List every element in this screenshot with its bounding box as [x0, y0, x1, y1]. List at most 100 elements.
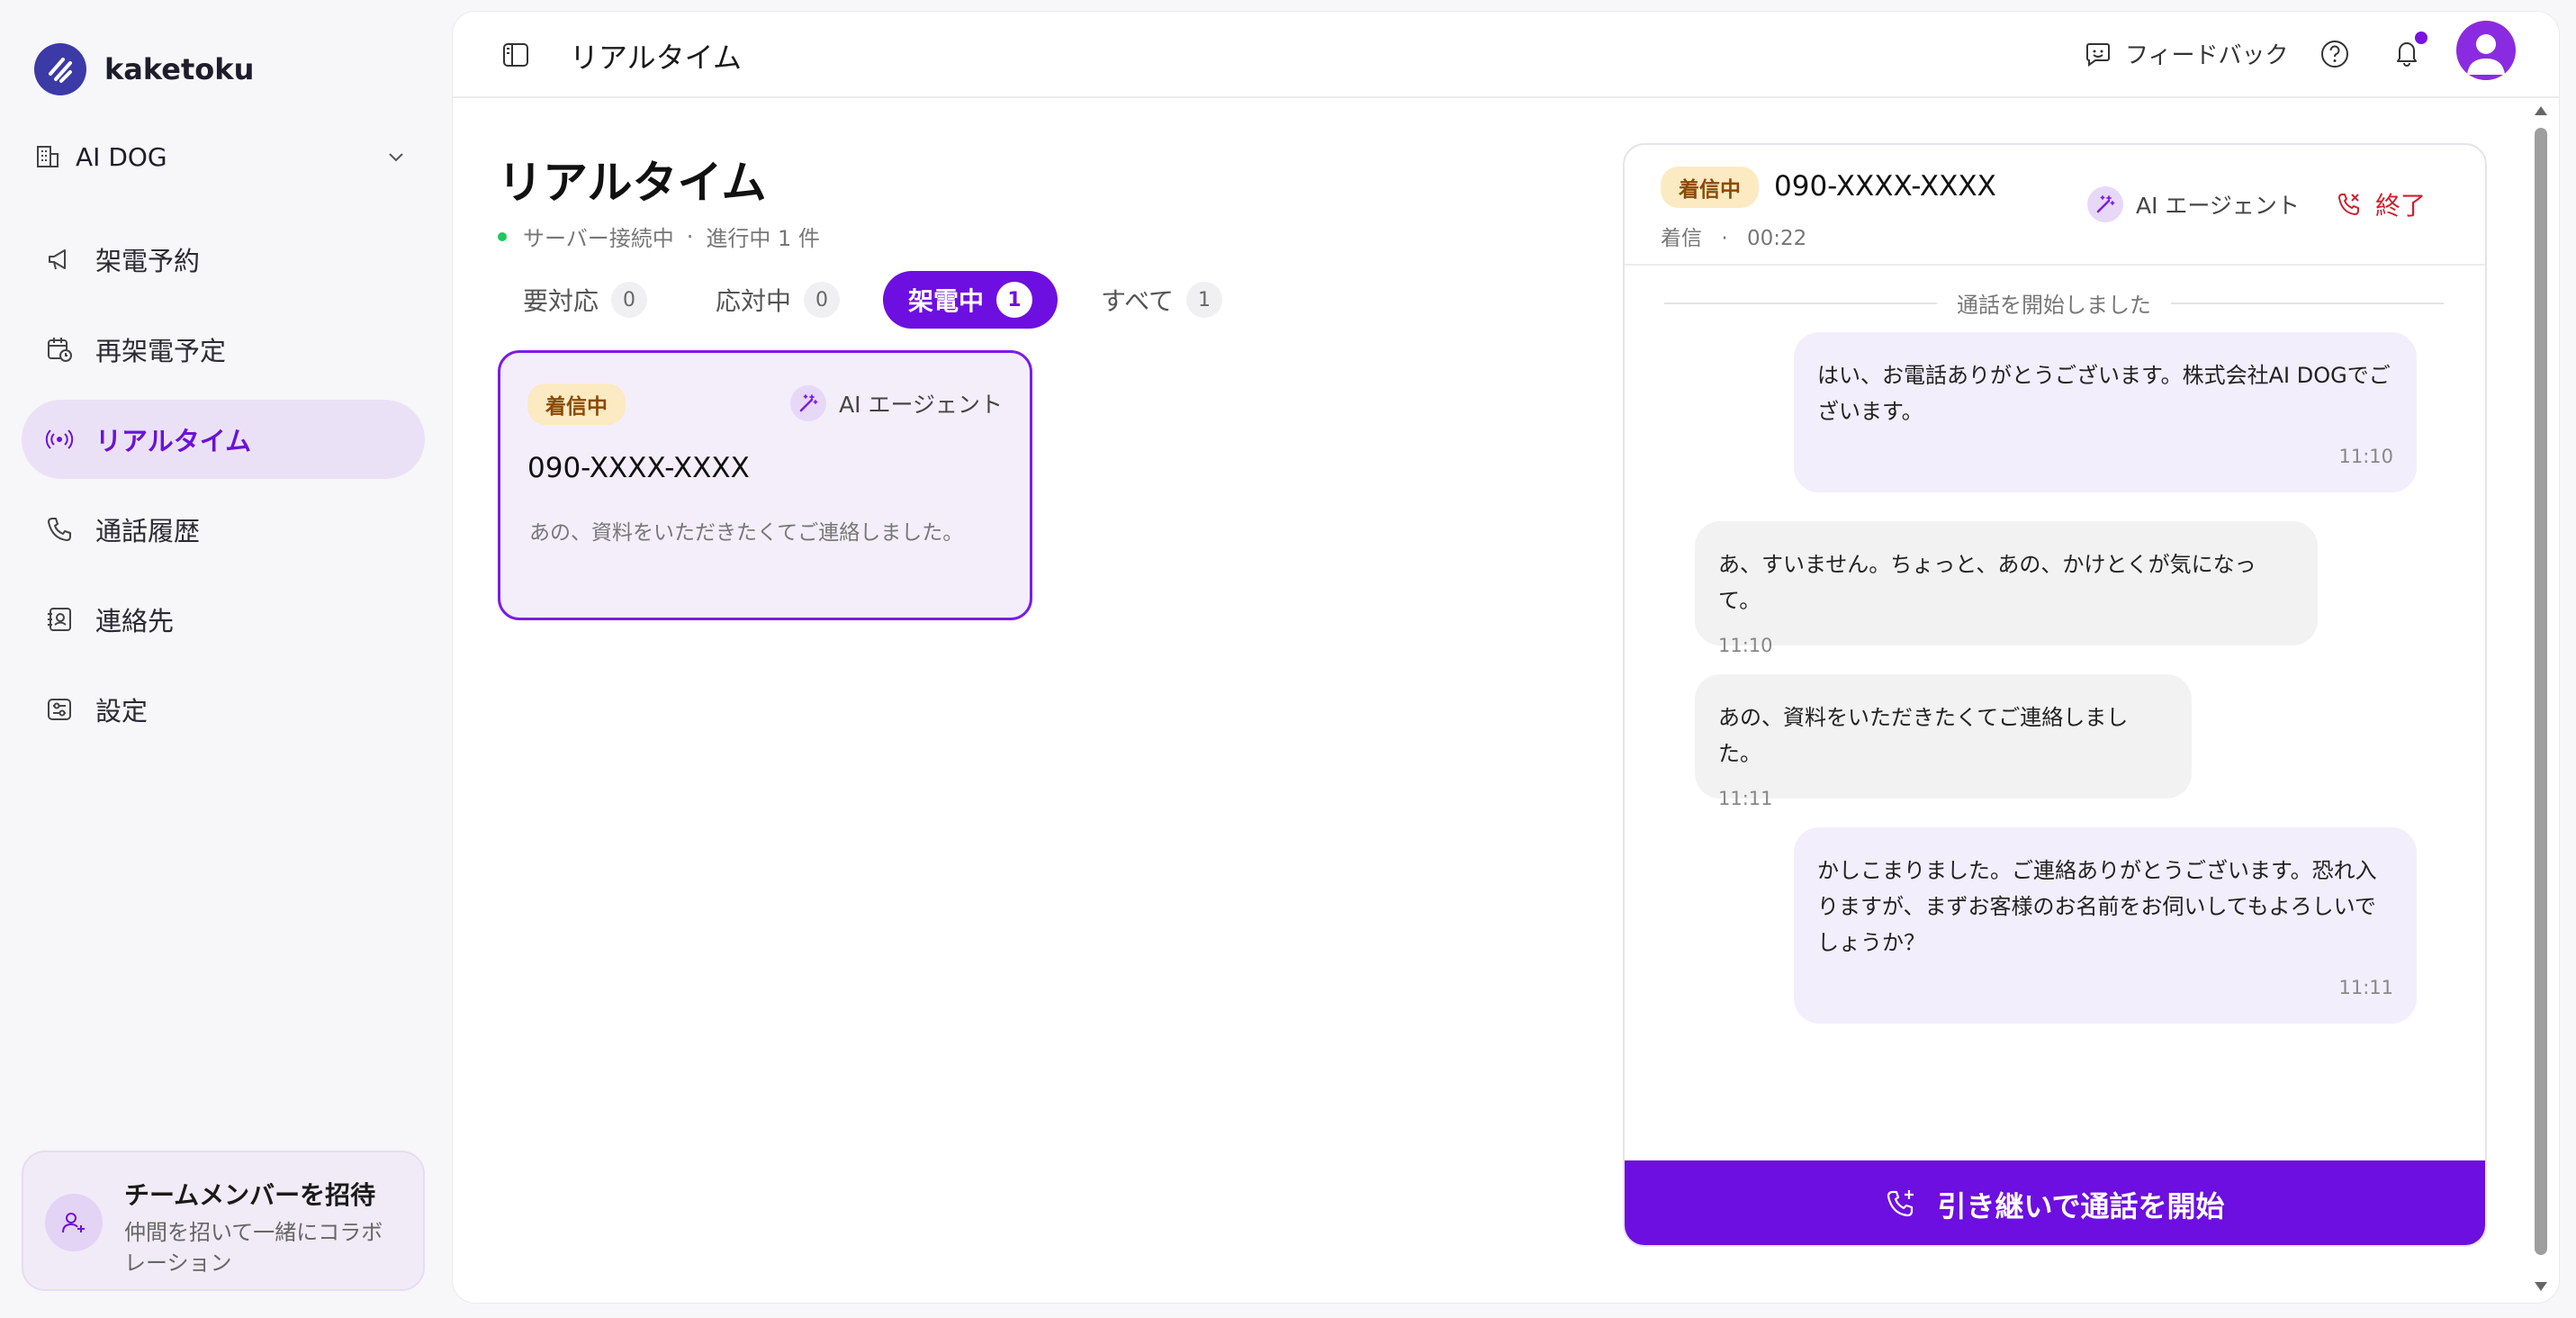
notification-dot	[2415, 32, 2427, 44]
sidebar-item-label: 設定	[95, 696, 149, 727]
tab-responding[interactable]: 応対中 0	[690, 271, 865, 329]
building-icon	[37, 146, 59, 167]
sidebar-item-contacts[interactable]: 連絡先	[22, 580, 425, 659]
server-status: サーバー接続中	[523, 226, 674, 251]
sidebar-item-label: 再架電予定	[95, 336, 227, 366]
tab-all[interactable]: すべて 1	[1076, 271, 1247, 329]
brand-name: kaketoku	[104, 52, 255, 86]
caller-message: あ、すいません。ちょっと、あの、かけとくが気になって。 11:10	[1695, 521, 2318, 656]
caller-phone: 090-XXXX-XXXX	[527, 452, 750, 484]
magic-wand-icon	[2087, 186, 2123, 222]
brand[interactable]: kaketoku	[34, 43, 254, 95]
message-text: かしこまりました。ご連絡ありがとうございます。恐れ入りますが、まずお客様のお名前…	[1817, 858, 2377, 955]
phone-icon	[43, 513, 76, 546]
sidebar-item-recall-schedule[interactable]: 再架電予定	[22, 310, 425, 389]
sidebar-item-settings[interactable]: 設定	[22, 670, 425, 749]
sidebar-toggle-icon[interactable]	[501, 41, 530, 69]
call-direction: 着信	[1661, 227, 1702, 250]
status-badge: 着信中	[1661, 167, 1759, 208]
tab-calling[interactable]: 架電中 1	[883, 271, 1058, 329]
invite-text: チームメンバーを招待 仲間を招いて一緒にコラボレーション	[124, 1174, 394, 1276]
agent-label: AI エージェント	[2087, 186, 2300, 222]
progress-status: 進行中 1 件	[706, 226, 820, 251]
feedback-label: フィードバック	[2125, 42, 2289, 69]
top-bar: リアルタイム フィードバック	[453, 12, 2559, 98]
agent-label: AI エージェント	[790, 385, 1003, 421]
sidebar-item-label: 連絡先	[95, 606, 175, 636]
invite-title: チームメンバーを招待	[124, 1180, 376, 1210]
call-card[interactable]: 着信中 AI エージェント 090-XXXX-XXXX あの、資料をいただきたく…	[498, 350, 1032, 620]
add-user-icon	[45, 1194, 103, 1251]
scrollbar-thumb[interactable]	[2535, 128, 2547, 1255]
chevron-down-icon	[389, 153, 403, 162]
avatar[interactable]	[2456, 21, 2516, 80]
tab-count: 1	[996, 282, 1033, 318]
call-meta: 着信 · 00:22	[1661, 227, 1807, 250]
message-text: あの、資料をいただきたくてご連絡しました。	[1718, 705, 2129, 766]
help-icon[interactable]	[2319, 39, 2350, 69]
sidebar-item-label: リアルタイム	[95, 426, 252, 456]
message-text: はい、お電話ありがとうございます。株式会社AI DOGでございます。	[1817, 363, 2391, 424]
scroll-down-arrow-icon[interactable]	[2535, 1282, 2547, 1291]
invite-desc: 仲間を招いて一緒にコラボレーション	[124, 1220, 383, 1276]
hang-up-icon	[2338, 194, 2359, 215]
conversation-header: 着信中 090-XXXX-XXXX 着信 · 00:22 AI エージェント 終…	[1625, 145, 2485, 266]
tab-count: 1	[1185, 282, 1222, 318]
message-time: 11:10	[2338, 446, 2393, 467]
conversation-body[interactable]: 通話を開始しました はい、お電話ありがとうございます。株式会社AI DOGでござ…	[1625, 267, 2485, 1177]
status-badge: 着信中	[527, 384, 626, 425]
scroll-up-arrow-icon[interactable]	[2535, 106, 2547, 115]
call-start-label: 通話を開始しました	[1957, 293, 2151, 318]
sidebar-nav: 架電予約 再架電予定 リアルタイム 通話履歴 連絡先 設定	[22, 220, 425, 760]
contacts-icon	[43, 603, 76, 636]
message-text: あ、すいません。ちょっと、あの、かけとくが気になって。	[1718, 552, 2256, 613]
sidebar-item-label: 通話履歴	[95, 516, 201, 546]
magic-wand-icon	[790, 385, 827, 421]
invite-team-card[interactable]: チームメンバーを招待 仲間を招いて一緒にコラボレーション	[22, 1151, 425, 1291]
connection-status: サーバー接続中 · 進行中 1 件	[498, 221, 820, 252]
handover-label: 引き継いで通話を開始	[1937, 1189, 2225, 1223]
ai-message: はい、お電話ありがとうございます。株式会社AI DOGでございます。 11:10	[1794, 332, 2417, 492]
call-duration: 00:22	[1746, 227, 1807, 250]
brand-logo-icon	[34, 43, 86, 95]
org-name: AI DOG	[76, 141, 167, 172]
tab-count: 0	[611, 282, 648, 318]
agent-name: AI エージェント	[2136, 193, 2300, 219]
caller-phone: 090-XXXX-XXXX	[1774, 170, 1996, 203]
settings-icon	[43, 693, 76, 726]
tab-label: 応対中	[716, 286, 792, 316]
message-time: 11:10	[1718, 635, 1773, 656]
feedback-button[interactable]: フィードバック	[2084, 37, 2288, 70]
broadcast-icon	[43, 423, 76, 456]
end-call-label: 終了	[2375, 191, 2427, 221]
call-start-divider: 通話を開始しました	[1664, 287, 2444, 319]
handover-call-button[interactable]: 引き継いで通話を開始	[1625, 1160, 2485, 1245]
tab-label: 架電中	[908, 286, 985, 316]
caller-message: あの、資料をいただきたくてご連絡しました。 11:11	[1695, 674, 2192, 809]
end-call-button[interactable]: 終了	[2336, 186, 2426, 222]
header-title: リアルタイム	[570, 41, 743, 75]
user-avatar-icon	[2467, 34, 2505, 75]
page-title: リアルタイム	[498, 157, 767, 209]
online-status-dot	[498, 231, 507, 241]
megaphone-icon	[43, 243, 76, 275]
feedback-icon	[2086, 42, 2110, 67]
main-panel: リアルタイム フィードバック リアルタイム サーバー接続中 · 進行中 1 件 …	[452, 11, 2560, 1304]
calendar-clock-icon	[43, 333, 76, 366]
conversation-panel: 着信中 090-XXXX-XXXX 着信 · 00:22 AI エージェント 終…	[1623, 143, 2487, 1247]
sidebar: kaketoku AI DOG 架電予約 再架電予定 リアルタイム 通話履歴 連…	[0, 0, 450, 1318]
message-time: 11:11	[1718, 788, 1773, 809]
filter-tabs: 要対応 0 応対中 0 架電中 1 すべて 1	[498, 271, 1265, 329]
org-switcher[interactable]: AI DOG	[34, 133, 412, 180]
sidebar-item-call-reservation[interactable]: 架電予約	[22, 220, 425, 299]
ai-message: かしこまりました。ご連絡ありがとうございます。恐れ入りますが、まずお客様のお名前…	[1794, 827, 2417, 1024]
sidebar-item-realtime[interactable]: リアルタイム	[22, 400, 425, 479]
tab-needs-action[interactable]: 要対応 0	[498, 271, 672, 329]
scrollbar[interactable]	[2531, 97, 2551, 1304]
agent-name: AI エージェント	[839, 392, 1003, 418]
phone-plus-icon	[1887, 1190, 1914, 1217]
tab-count: 0	[804, 282, 841, 318]
last-message-snippet: あの、資料をいただきたくてご連絡しました。	[529, 521, 964, 545]
sidebar-item-call-history[interactable]: 通話履歴	[22, 490, 425, 569]
message-time: 11:11	[2338, 977, 2393, 998]
